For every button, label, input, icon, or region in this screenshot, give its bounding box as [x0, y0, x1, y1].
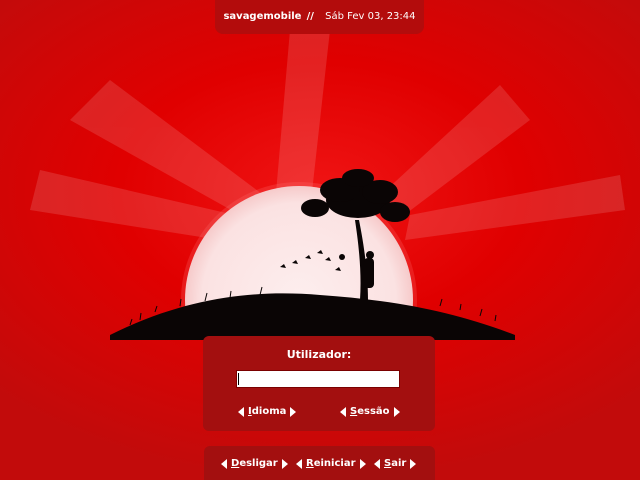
power-panel: Desligar Reiniciar Sair: [204, 446, 435, 480]
username-label: Utilizador:: [286, 348, 352, 361]
arrow-right-icon: [410, 458, 417, 469]
username-input[interactable]: [236, 370, 400, 388]
arrow-left-icon: [340, 406, 346, 417]
login-panel: Utilizador: Idioma Sessão: [203, 336, 435, 431]
text-caret: [238, 373, 239, 385]
arrow-right-icon: [290, 406, 297, 417]
language-label: dioma: [251, 406, 287, 417]
top-status-bar: savagemobile // Sáb Fev 03, 23:44: [215, 0, 424, 34]
session-button[interactable]: Sessão: [340, 406, 400, 417]
shutdown-mnemonic: D: [231, 458, 240, 469]
shutdown-button[interactable]: Desligar: [221, 458, 288, 469]
restart-button[interactable]: Reiniciar: [296, 458, 366, 469]
quit-mnemonic: S: [384, 458, 392, 469]
session-mnemonic: S: [350, 406, 358, 417]
restart-label: einiciar: [313, 458, 356, 469]
separator: //: [306, 11, 314, 22]
arrow-right-icon: [359, 458, 366, 469]
arrow-left-icon: [296, 458, 302, 469]
restart-mnemonic: R: [306, 458, 314, 469]
hostname: savagemobile: [223, 11, 302, 22]
quit-label: air: [391, 458, 407, 469]
arrow-left-icon: [221, 458, 227, 469]
arrow-left-icon: [374, 458, 380, 469]
date-time: Sáb Fev 03, 23:44: [325, 11, 416, 22]
session-label: essão: [357, 406, 390, 417]
language-button[interactable]: Idioma: [238, 406, 297, 417]
sunset-tree-illustration: [110, 169, 515, 340]
arrow-right-icon: [281, 458, 288, 469]
quit-button[interactable]: Sair: [374, 458, 417, 469]
shutdown-label: esligar: [239, 458, 278, 469]
arrow-right-icon: [393, 406, 400, 417]
arrow-left-icon: [238, 406, 244, 417]
